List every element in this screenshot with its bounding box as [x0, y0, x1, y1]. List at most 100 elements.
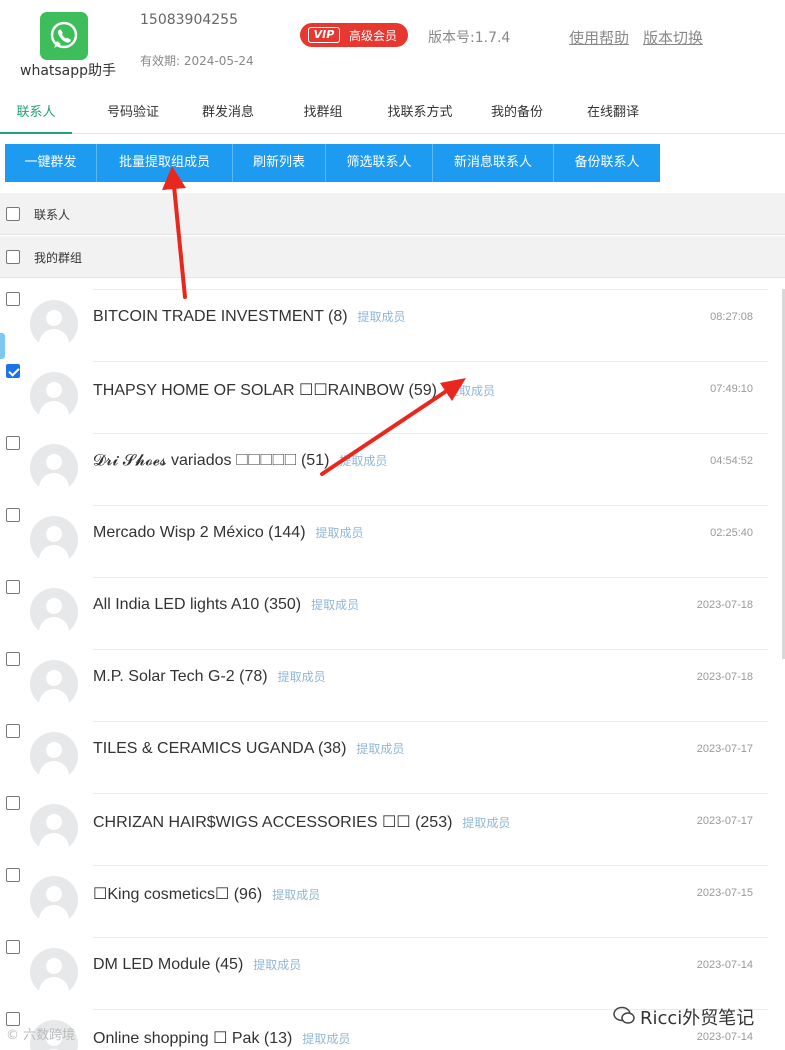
group-row[interactable]: ☐King cosmetics☐ (96) 提取成员 2023-07-15	[0, 865, 785, 937]
group-name-text: All India LED lights A10 (350)	[93, 596, 302, 613]
group-avatar-icon	[30, 660, 78, 708]
group-timestamp: 2023-07-17	[696, 815, 753, 827]
group-row[interactable]: THAPSY HOME OF SOLAR ☐☐RAINBOW (59) 提取成员 0…	[0, 361, 785, 433]
group-timestamp: 08:27:08	[710, 311, 753, 323]
extract-members-link[interactable]: 提取成员	[358, 310, 406, 324]
row-divider	[93, 577, 768, 578]
whatsapp-logo-icon	[40, 12, 88, 60]
group-timestamp: 2023-07-18	[696, 599, 753, 611]
row-divider	[93, 505, 768, 506]
row-divider	[93, 793, 768, 794]
extract-members-link[interactable]: 提取成员	[311, 598, 359, 612]
group-checkbox[interactable]	[6, 508, 20, 522]
group-row[interactable]: BITCOIN TRADE INVESTMENT (8) 提取成员 08:27:08	[0, 289, 785, 361]
group-checkbox[interactable]	[6, 292, 20, 306]
extract-members-link[interactable]: 提取成员	[272, 888, 320, 902]
extract-members-link[interactable]: 提取成员	[462, 816, 510, 830]
group-checkbox[interactable]	[6, 724, 20, 738]
new-message-contacts-button[interactable]: 新消息联系人	[433, 144, 554, 182]
group-checkbox[interactable]	[6, 652, 20, 666]
version-switch-link[interactable]: 版本切换	[643, 27, 703, 48]
tab-online-translate[interactable]: 在线翻译	[576, 92, 650, 134]
tab-find-groups[interactable]: 找群组	[290, 92, 356, 134]
group-name-text: BITCOIN TRADE INVESTMENT (8)	[93, 308, 348, 325]
group-timestamp: 2023-07-15	[696, 887, 753, 899]
group-checkbox[interactable]	[6, 796, 20, 810]
tab-number-verify[interactable]: 号码验证	[94, 92, 172, 134]
group-checkbox[interactable]	[6, 364, 20, 378]
group-list: BITCOIN TRADE INVESTMENT (8) 提取成员 08:27:08…	[0, 289, 785, 1050]
group-row[interactable]: All India LED lights A10 (350) 提取成员 2023-0…	[0, 577, 785, 649]
group-name: M.P. Solar Tech G-2 (78) 提取成员	[93, 668, 326, 686]
wechat-icon	[613, 1006, 635, 1024]
group-row[interactable]: DM LED Module (45) 提取成员 2023-07-14	[0, 937, 785, 1009]
row-divider	[93, 721, 768, 722]
main-tabs: 联系人 号码验证 群发消息 找群组 找联系方式 我的备份 在线翻译	[0, 92, 785, 134]
group-name: All India LED lights A10 (350) 提取成员	[93, 596, 359, 614]
tab-find-contacts[interactable]: 找联系方式	[378, 92, 462, 134]
row-divider	[93, 937, 768, 938]
tab-bulk-message[interactable]: 群发消息	[190, 92, 266, 134]
group-avatar-icon	[30, 588, 78, 636]
tab-my-backup[interactable]: 我的备份	[480, 92, 554, 134]
groups-section-label: 我的群组	[34, 251, 83, 265]
contacts-select-all-checkbox[interactable]	[6, 207, 20, 221]
bulk-send-button[interactable]: 一键群发	[5, 144, 97, 182]
contacts-section-label: 联系人	[34, 208, 71, 222]
group-name: 𝓓𝓻𝓲 𝓢𝓱𝓸𝓮𝓼 variados ☐☐☐☐☐ (51) 提取成员	[93, 452, 387, 470]
group-checkbox[interactable]	[6, 436, 20, 450]
account-phone: 15083904255	[140, 12, 238, 28]
batch-extract-members-button[interactable]: 批量提取组成员	[97, 144, 233, 182]
group-name-text: THAPSY HOME OF SOLAR ☐☐RAINBOW (59)	[93, 382, 437, 399]
group-name-text: Online shopping ☐ Pak (13)	[93, 1030, 293, 1047]
group-name-text: M.P. Solar Tech G-2 (78)	[93, 668, 268, 685]
filter-contacts-button[interactable]: 筛选联系人	[326, 144, 433, 182]
backup-contacts-button[interactable]: 备份联系人	[554, 144, 660, 182]
group-avatar-icon	[30, 372, 78, 420]
help-link[interactable]: 使用帮助	[569, 27, 629, 48]
group-timestamp: 04:54:52	[710, 455, 753, 467]
tab-contacts[interactable]: 联系人	[0, 92, 72, 134]
extract-members-link[interactable]: 提取成员	[302, 1032, 350, 1046]
group-row[interactable]: M.P. Solar Tech G-2 (78) 提取成员 2023-07-18	[0, 649, 785, 721]
group-row[interactable]: TILES & CERAMICS UGANDA (38) 提取成员 2023-07-…	[0, 721, 785, 793]
group-name: ☐King cosmetics☐ (96) 提取成员	[93, 884, 320, 904]
app-header: whatsapp助手 15083904255 有效期: 2024-05-24 V…	[0, 0, 785, 90]
group-checkbox[interactable]	[6, 868, 20, 882]
group-row[interactable]: Mercado Wisp 2 México (144) 提取成员 02:25:40	[0, 505, 785, 577]
group-row[interactable]: CHRIZAN HAIR$WIGS ACCESSORIES ☐☐ (253) 提取…	[0, 793, 785, 865]
group-name-text: DM LED Module (45)	[93, 956, 244, 973]
extract-members-link[interactable]: 提取成员	[447, 384, 495, 398]
extract-members-link[interactable]: 提取成员	[356, 742, 404, 756]
groups-select-all-checkbox[interactable]	[6, 250, 20, 264]
row-divider	[93, 433, 768, 434]
group-name-text: 𝓓𝓻𝓲 𝓢𝓱𝓸𝓮𝓼 variados ☐☐☐☐☐ (51)	[93, 452, 330, 469]
group-name-text: TILES & CERAMICS UGANDA (38)	[93, 740, 347, 757]
group-timestamp: 2023-07-14	[696, 1031, 753, 1043]
group-avatar-icon	[30, 948, 78, 996]
group-timestamp: 2023-07-17	[696, 743, 753, 755]
groups-section-header: 我的群组	[0, 236, 785, 278]
extract-members-link[interactable]: 提取成员	[316, 526, 364, 540]
group-name: TILES & CERAMICS UGANDA (38) 提取成员	[93, 740, 404, 758]
app-name: whatsapp助手	[20, 63, 117, 79]
row-divider	[93, 361, 768, 362]
group-checkbox[interactable]	[6, 580, 20, 594]
group-avatar-icon	[30, 876, 78, 924]
row-divider	[93, 865, 768, 866]
group-checkbox[interactable]	[6, 940, 20, 954]
extract-members-link[interactable]: 提取成员	[339, 454, 387, 468]
row-divider	[93, 289, 768, 290]
extract-members-link[interactable]: 提取成员	[253, 958, 301, 972]
watermark-right: Ricci外贸笔记	[640, 1008, 755, 1029]
group-avatar-icon	[30, 732, 78, 780]
group-timestamp: 2023-07-14	[696, 959, 753, 971]
group-avatar-icon	[30, 804, 78, 852]
refresh-list-button[interactable]: 刷新列表	[233, 144, 326, 182]
group-timestamp: 07:49:10	[710, 383, 753, 395]
watermark-left: © 六数跨境	[6, 1028, 76, 1043]
contacts-section-header: 联系人	[0, 193, 785, 235]
extract-members-link[interactable]: 提取成员	[278, 670, 326, 684]
group-name: CHRIZAN HAIR$WIGS ACCESSORIES ☐☐ (253) 提取…	[93, 812, 510, 832]
group-row[interactable]: 𝓓𝓻𝓲 𝓢𝓱𝓸𝓮𝓼 variados ☐☐☐☐☐ (51) 提取成员 04:54:5…	[0, 433, 785, 505]
